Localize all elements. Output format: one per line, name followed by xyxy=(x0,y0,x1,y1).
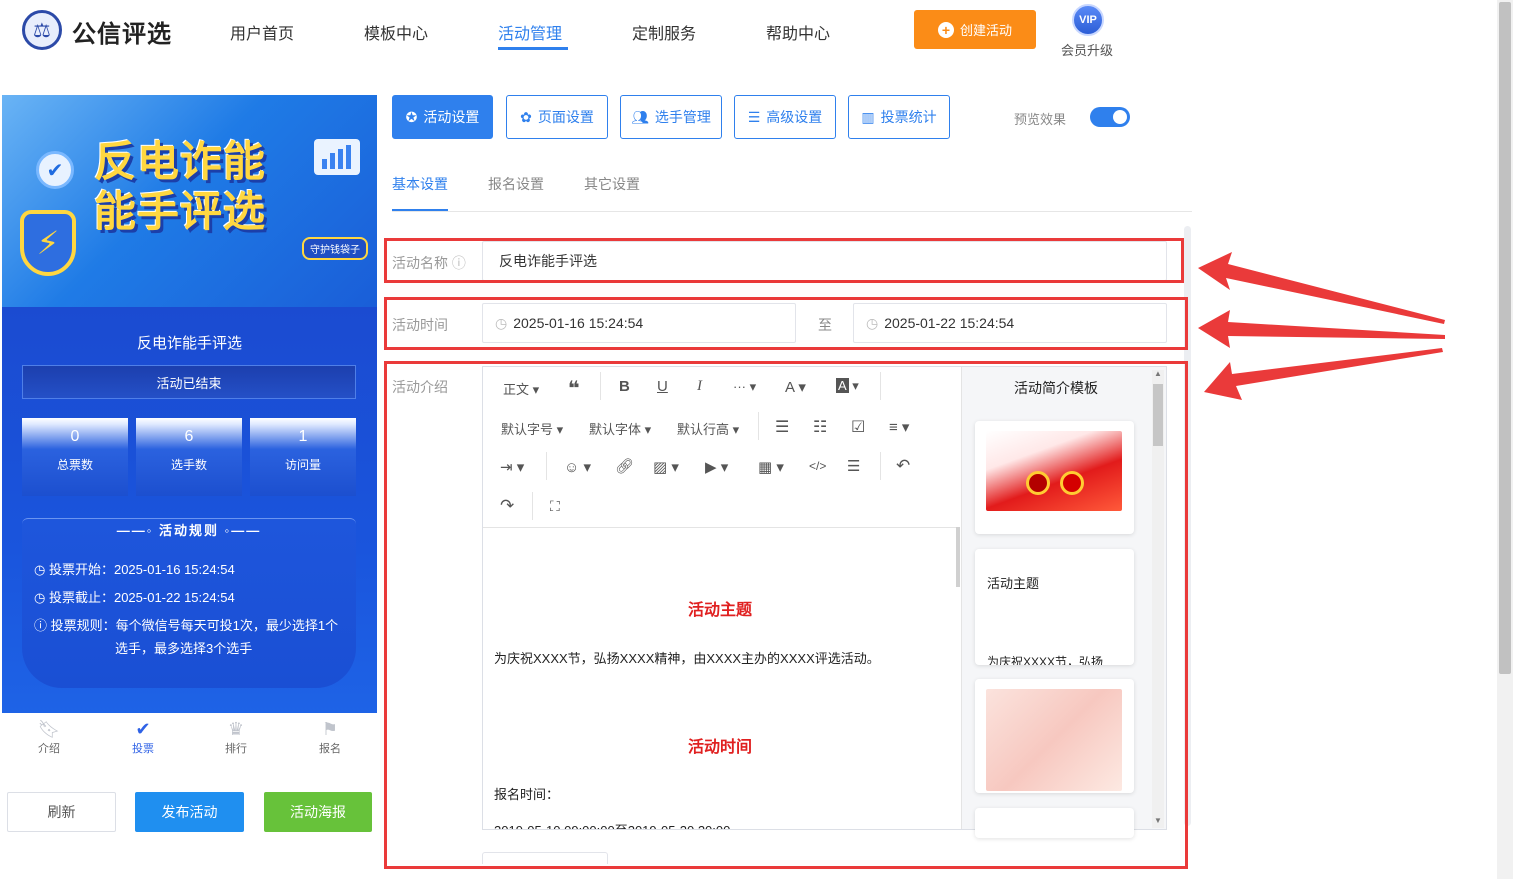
create-activity-button[interactable]: + 创建活动 xyxy=(914,10,1036,49)
nav-help[interactable]: 帮助中心 xyxy=(766,20,830,44)
subtab-basic[interactable]: 基本设置 xyxy=(392,174,448,194)
banner-title-line1: 反电诈能 xyxy=(94,138,267,185)
tab-vote[interactable]: ✔ 投票 xyxy=(113,718,173,756)
page-scrollbar-thumb[interactable] xyxy=(1499,2,1511,674)
tab-activity-settings[interactable]: ✪ 活动设置 xyxy=(392,95,493,139)
star-icon: ✪ xyxy=(405,108,418,125)
stat-contestants: 6 选手数 xyxy=(136,418,242,496)
gear-icon: ✿ xyxy=(520,108,532,125)
tab-advanced-settings[interactable]: ☰ 高级设置 xyxy=(734,95,836,139)
preview-activity-title: 反电诈能手评选 xyxy=(136,335,242,352)
banner-title-line2: 能手评选 xyxy=(94,188,267,235)
tab-intro[interactable]: 🔖︎ 介绍 xyxy=(19,718,79,756)
activity-status-bar: 活动已结束 xyxy=(22,365,356,399)
subtab-active-indicator xyxy=(392,209,448,211)
chart-icon xyxy=(314,139,360,175)
stat-label: 选手数 xyxy=(170,458,207,472)
activity-banner: ✔ 反电诈能 能手评选 ⚡ 守护钱袋子 xyxy=(2,95,377,307)
clock-icon: ◷ xyxy=(34,562,49,577)
highlight-box-intro xyxy=(384,361,1188,869)
rule-vote-rule: ⓘ 投票规则：每个微信号每天可投1次，最少选择1个 xyxy=(34,618,339,633)
nav-custom-service[interactable]: 定制服务 xyxy=(632,20,696,44)
crown-icon: ♛ xyxy=(227,719,245,739)
vote-icon: ✔ xyxy=(135,719,151,739)
users-icon: 👥︎ xyxy=(631,108,649,125)
info-icon: ⓘ xyxy=(34,618,51,633)
banner-tag: 守护钱袋子 xyxy=(302,237,368,260)
logo-icon: ⚖ xyxy=(22,10,62,50)
tab-signup[interactable]: ⚑ 报名 xyxy=(300,718,360,756)
tab-ranking[interactable]: ♛ 排行 xyxy=(206,718,266,756)
stat-total-votes: 0 总票数 xyxy=(22,418,128,496)
banner-title: 反电诈能 能手评选 xyxy=(94,137,266,237)
subtab-signup[interactable]: 报名设置 xyxy=(488,174,544,194)
refresh-button[interactable]: 刷新 xyxy=(7,792,116,832)
annotation-arrows xyxy=(1198,252,1445,400)
tab-contestant-management[interactable]: 👥︎ 选手管理 xyxy=(620,95,722,139)
activity-poster-button[interactable]: 活动海报 xyxy=(264,792,372,832)
clock-icon: ◷ xyxy=(34,590,49,605)
rule-vote-start: ◷ 投票开始：2025-01-16 15:24:54 xyxy=(34,562,235,577)
rules-title: ——◦ 活动规则 ◦—— xyxy=(116,523,262,538)
nav-templates[interactable]: 模板中心 xyxy=(364,20,428,44)
nav-active-indicator xyxy=(498,47,568,50)
bar-chart-icon: ▥ xyxy=(861,108,875,125)
vip-icon[interactable]: VIP xyxy=(1072,4,1104,36)
stat-label: 访问量 xyxy=(284,458,321,472)
publish-activity-button[interactable]: 发布活动 xyxy=(135,792,244,832)
tab-page-settings[interactable]: ✿ 页面设置 xyxy=(506,95,608,139)
arrow-to-intro xyxy=(1204,348,1443,400)
check-icon: ✔ xyxy=(36,151,74,189)
preview-toggle[interactable] xyxy=(1090,107,1130,127)
subtab-divider xyxy=(392,211,1192,212)
stat-label: 总票数 xyxy=(56,458,93,472)
nav-home[interactable]: 用户首页 xyxy=(230,20,294,44)
settings-list-icon: ☰ xyxy=(747,108,761,125)
logo-text: 公信评选 xyxy=(72,21,172,48)
stat-value: 6 xyxy=(184,428,194,445)
rule-vote-rule-cont: 选手，最多选择3个选手 xyxy=(115,641,253,656)
arrow-to-name xyxy=(1198,252,1445,324)
plus-icon: + xyxy=(937,21,954,38)
bookmark-icon: 🔖︎ xyxy=(37,719,61,739)
highlight-box-time xyxy=(384,297,1188,350)
stat-visits: 1 访问量 xyxy=(250,418,356,496)
stat-value: 0 xyxy=(70,428,80,445)
highlight-box-name xyxy=(384,238,1184,283)
flag-icon: ⚑ xyxy=(321,719,339,739)
shield-lightning-icon: ⚡ xyxy=(20,210,76,276)
tab-vote-statistics[interactable]: ▥ 投票统计 xyxy=(848,95,950,139)
vip-upgrade-link[interactable]: 会员升级 xyxy=(1061,40,1113,59)
nav-activity-management[interactable]: 活动管理 xyxy=(498,20,562,44)
preview-toggle-label: 预览效果 xyxy=(1014,112,1067,127)
rule-vote-end: ◷ 投票截止：2025-01-22 15:24:54 xyxy=(34,590,235,605)
create-activity-label: 创建活动 xyxy=(959,23,1012,38)
stat-value: 1 xyxy=(298,428,308,445)
subtab-other[interactable]: 其它设置 xyxy=(584,174,640,194)
